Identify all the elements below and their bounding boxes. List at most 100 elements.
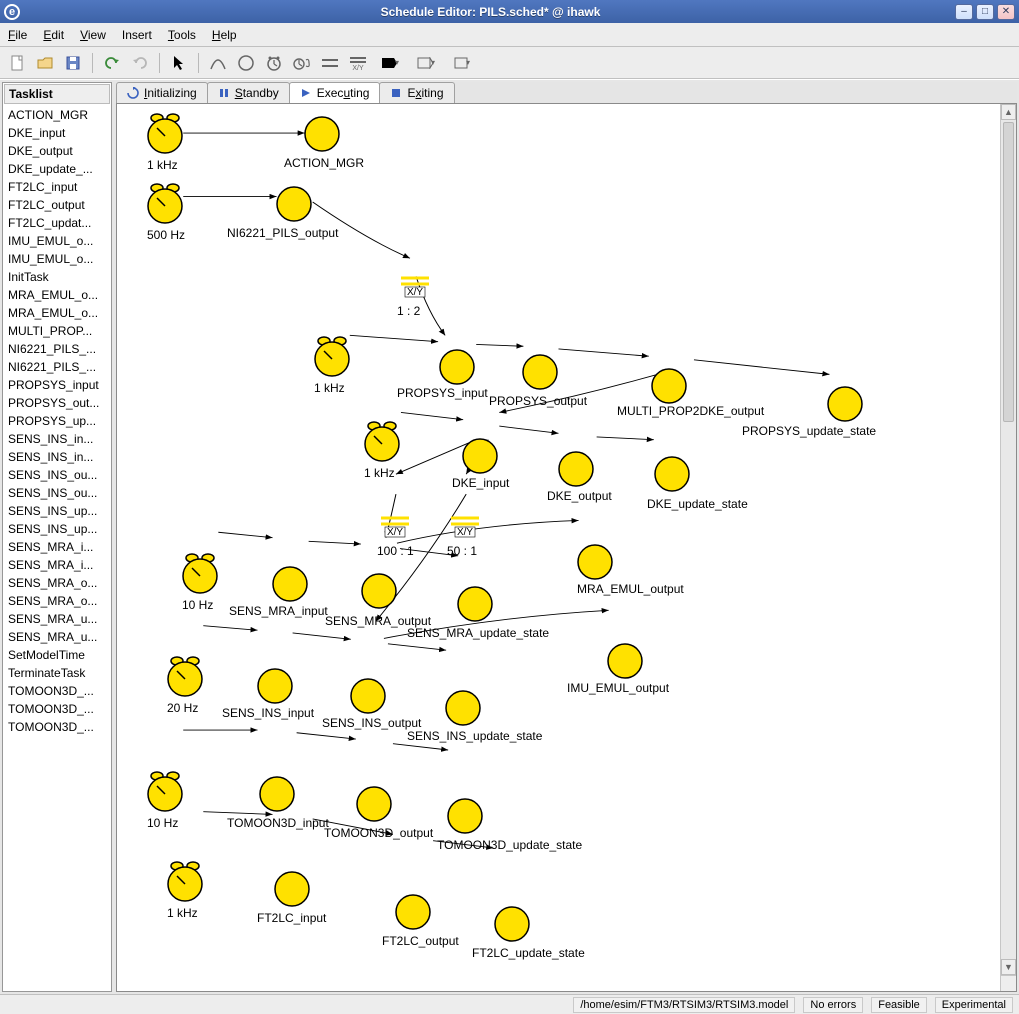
new-button[interactable] [6,52,28,74]
tasklist-item[interactable]: SENS_INS_up... [4,502,110,520]
divider-tool[interactable]: X/Y [347,52,369,74]
shape-dropdown-2[interactable]: ▾ [411,52,441,74]
task-node[interactable] [522,354,558,390]
tasklist-item[interactable]: SENS_INS_in... [4,448,110,466]
task-node[interactable] [274,871,310,907]
task-node[interactable] [651,368,687,404]
tasklist-item[interactable]: DKE_input [4,124,110,142]
task-node[interactable] [447,798,483,834]
close-button[interactable]: ✕ [997,4,1015,20]
task-node[interactable] [257,668,293,704]
tasklist-item[interactable]: DKE_output [4,142,110,160]
tab-initializing[interactable]: Initializing [116,82,208,103]
tasklist-item[interactable]: SetModelTime [4,646,110,664]
tab-exiting[interactable]: Exiting [379,82,454,103]
tasklist-item[interactable]: SENS_INS_up... [4,520,110,538]
task-node[interactable] [607,643,643,679]
save-button[interactable] [62,52,84,74]
tasklist-item[interactable]: ACTION_MGR [4,106,110,124]
redo-button[interactable] [129,52,151,74]
tasklist-item[interactable]: TOMOON3D_... [4,700,110,718]
task-node[interactable] [356,786,392,822]
open-button[interactable] [34,52,56,74]
tasklist-item[interactable]: IMU_EMUL_o... [4,232,110,250]
clock-node[interactable] [145,770,185,814]
menu-file[interactable]: Filedocument.currentScript.previousEleme… [8,28,27,42]
menu-help[interactable]: Help [212,28,237,42]
task-node[interactable] [457,586,493,622]
tasklist-item[interactable]: SENS_INS_in... [4,430,110,448]
task-node[interactable] [462,438,498,474]
task-node[interactable] [494,906,530,942]
menu-tools[interactable]: Tools [168,28,196,42]
lines-tool[interactable] [319,52,341,74]
tasklist-item[interactable]: SENS_MRA_u... [4,610,110,628]
tasklist-item[interactable]: SENS_INS_ou... [4,466,110,484]
clock-node[interactable] [145,112,185,156]
menu-insert[interactable]: Insert [122,28,152,42]
tasklist-item[interactable]: SENS_INS_ou... [4,484,110,502]
maximize-button[interactable]: □ [976,4,994,20]
task-node[interactable] [439,349,475,385]
alarm-tool[interactable] [291,52,313,74]
vertical-scrollbar[interactable]: ▲ ▼ [1000,104,1016,975]
shape-dropdown-3[interactable]: ▾ [447,52,477,74]
scroll-down-button[interactable]: ▼ [1001,959,1016,975]
task-node[interactable] [272,566,308,602]
clock-node[interactable] [145,182,185,226]
task-node[interactable] [361,573,397,609]
task-node[interactable] [558,451,594,487]
menu-view[interactable]: View [80,28,106,42]
tasklist-item[interactable]: FT2LC_updat... [4,214,110,232]
arc-tool[interactable] [207,52,229,74]
menu-edit[interactable]: Edit [43,28,64,42]
scroll-up-button[interactable]: ▲ [1001,104,1016,120]
tab-standby[interactable]: Standby [207,82,290,103]
tasklist-item[interactable]: PROPSYS_up... [4,412,110,430]
tasklist-item[interactable]: SENS_MRA_i... [4,556,110,574]
clock-node[interactable] [165,860,205,904]
pointer-tool[interactable] [168,52,190,74]
tasklist-item[interactable]: NI6221_PILS_... [4,358,110,376]
tasklist-item[interactable]: MULTI_PROP... [4,322,110,340]
tasklist-item[interactable]: TOMOON3D_... [4,718,110,736]
tasklist-item[interactable]: FT2LC_output [4,196,110,214]
tasklist-item[interactable]: InitTask [4,268,110,286]
circle-tool[interactable] [235,52,257,74]
clock-node[interactable] [362,420,402,464]
task-node[interactable] [395,894,431,930]
tasklist-item[interactable]: SENS_MRA_o... [4,592,110,610]
graph-canvas[interactable]: 1 kHzACTION_MGR500 HzNI6221_PILS_outputX… [117,104,1000,975]
task-node[interactable] [304,116,340,152]
minimize-button[interactable]: – [955,4,973,20]
tasklist-item[interactable]: NI6221_PILS_... [4,340,110,358]
task-node[interactable] [654,456,690,492]
task-node[interactable] [577,544,613,580]
tasklist-item[interactable]: MRA_EMUL_o... [4,304,110,322]
clock-node[interactable] [312,335,352,379]
clock-node[interactable] [180,552,220,596]
shape-dropdown-1[interactable]: ▾ [375,52,405,74]
scrollbar-thumb[interactable] [1003,122,1014,422]
tasklist-item[interactable]: IMU_EMUL_o... [4,250,110,268]
tasklist-item[interactable]: PROPSYS_input [4,376,110,394]
tab-executing[interactable]: Executing [289,82,381,103]
task-node[interactable] [827,386,863,422]
tasklist-item[interactable]: SENS_MRA_u... [4,628,110,646]
tasklist-item[interactable]: PROPSYS_out... [4,394,110,412]
task-node[interactable] [445,690,481,726]
tasklist-item[interactable]: MRA_EMUL_o... [4,286,110,304]
rate-divider[interactable]: X/Y [379,514,411,542]
task-node[interactable] [259,776,295,812]
rate-divider[interactable]: X/Y [449,514,481,542]
tasklist-item[interactable]: TerminateTask [4,664,110,682]
rate-divider[interactable]: X/Y [399,274,431,302]
clock-node[interactable] [165,655,205,699]
tasklist-item[interactable]: DKE_update_... [4,160,110,178]
tasklist-item[interactable]: SENS_MRA_o... [4,574,110,592]
undo-button[interactable] [101,52,123,74]
task-node[interactable] [276,186,312,222]
tasklist-item[interactable]: TOMOON3D_... [4,682,110,700]
task-node[interactable] [350,678,386,714]
clock-tool[interactable] [263,52,285,74]
